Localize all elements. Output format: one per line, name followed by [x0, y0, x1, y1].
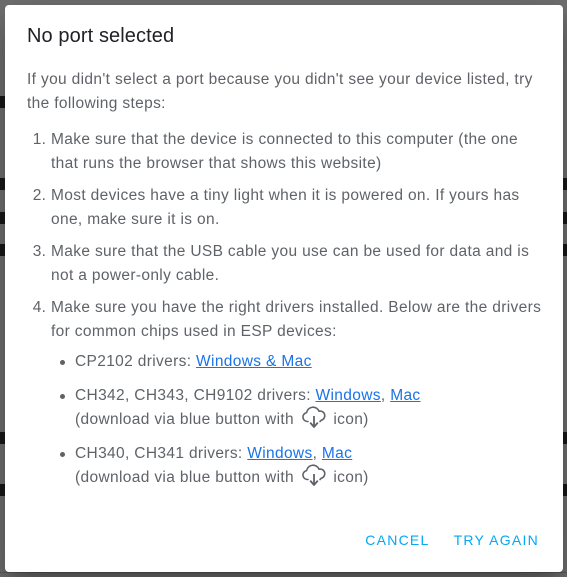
cp2102-windows-mac-link[interactable]: Windows & Mac	[196, 353, 312, 370]
driver-item-ch340: CH340, CH341 drivers: Windows, Mac (down…	[51, 442, 547, 490]
ch342-windows-link[interactable]: Windows	[316, 387, 381, 404]
step-text: Make sure you have the right drivers ins…	[51, 299, 542, 340]
step-item: Most devices have a tiny light when it i…	[51, 184, 547, 232]
step-text: Make sure that the USB cable you use can…	[51, 243, 530, 284]
step-item: Make sure that the USB cable you use can…	[51, 240, 547, 288]
driver-label: CH342, CH343, CH9102 drivers:	[75, 387, 316, 404]
driver-item-cp2102: CP2102 drivers: Windows & Mac	[51, 350, 547, 374]
no-port-dialog: No port selected If you didn't select a …	[5, 5, 563, 572]
ch342-mac-link[interactable]: Mac	[390, 387, 420, 404]
cloud-download-icon	[301, 464, 326, 486]
download-note-end: icon)	[328, 469, 369, 486]
ch340-windows-link[interactable]: Windows	[247, 445, 312, 462]
ch340-mac-link[interactable]: Mac	[322, 445, 352, 462]
troubleshooting-steps: Make sure that the device is connected t…	[27, 128, 547, 490]
dialog-content: If you didn't select a port because you …	[27, 68, 547, 500]
dialog-title: No port selected	[27, 25, 175, 47]
try-again-button[interactable]: TRY AGAIN	[446, 524, 547, 556]
download-note-end: icon)	[328, 411, 369, 428]
step-item: Make sure you have the right drivers ins…	[51, 296, 547, 490]
driver-label: CH340, CH341 drivers:	[75, 445, 248, 462]
driver-list: CP2102 drivers: Windows & Mac CH342, CH3…	[51, 350, 547, 490]
download-note: (download via blue button with	[75, 469, 299, 486]
cancel-button[interactable]: CANCEL	[357, 524, 437, 556]
driver-label: CP2102 drivers:	[75, 353, 197, 370]
driver-item-ch342: CH342, CH343, CH9102 drivers: Windows, M…	[51, 384, 547, 432]
link-separator: ,	[380, 387, 391, 404]
dialog-actions: CANCEL TRY AGAIN	[357, 524, 547, 556]
step-item: Make sure that the device is connected t…	[51, 128, 547, 176]
step-text: Make sure that the device is connected t…	[51, 131, 518, 172]
intro-text: If you didn't select a port because you …	[27, 71, 533, 112]
cloud-download-icon	[301, 406, 326, 428]
download-note: (download via blue button with	[75, 411, 299, 428]
link-separator: ,	[312, 445, 322, 462]
step-text: Most devices have a tiny light when it i…	[51, 187, 520, 228]
